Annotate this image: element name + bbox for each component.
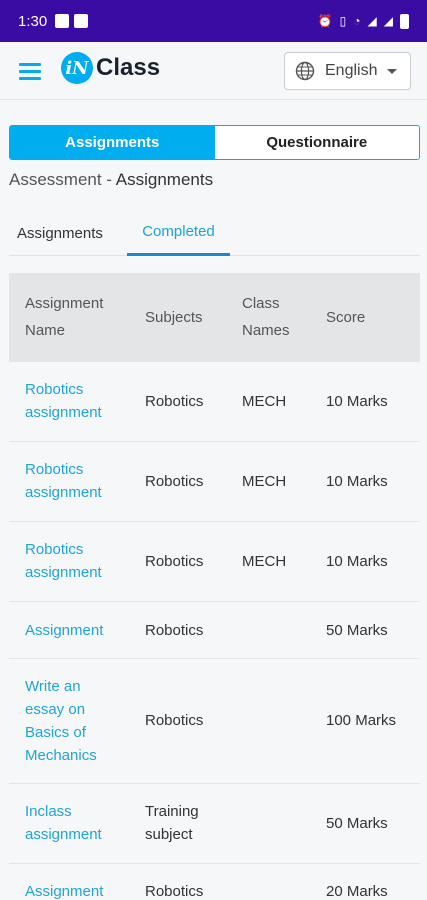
completed-assignments-table: Assignment Name Subjects Class Names Score… — [9, 273, 420, 900]
subject-cell: Robotics — [145, 883, 204, 900]
wifi-icon: ◔ — [353, 14, 361, 28]
column-header-class-names: Class Names — [242, 295, 290, 339]
assignment-name-link[interactable]: Assignment — [25, 880, 130, 900]
table-row[interactable]: Robotics assignment Robotics MECH 10 Mar… — [9, 362, 420, 442]
score-cell: 50 Marks — [326, 815, 388, 832]
assignment-name-link[interactable]: Inclass assignment — [25, 800, 130, 846]
column-header-score: Score — [326, 309, 366, 326]
score-cell: 10 Marks — [326, 393, 388, 410]
segment-questionnaire[interactable]: Questionnaire — [214, 126, 419, 159]
table-row[interactable]: Robotics assignment Robotics MECH 10 Mar… — [9, 522, 420, 602]
column-header-assignment-name: Assignment Name — [25, 295, 104, 339]
chevron-down-icon — [387, 68, 398, 74]
breadcrumb-current: Assignments — [115, 170, 214, 189]
class-cell: MECH — [242, 473, 287, 490]
language-select[interactable]: English — [284, 52, 411, 90]
assignment-name-link[interactable]: Robotics assignment — [25, 378, 130, 424]
tab-completed[interactable]: Completed — [127, 210, 230, 256]
table-header: Assignment Name Subjects Class Names Score — [9, 273, 420, 362]
subject-cell: Training subject — [145, 803, 199, 843]
app-notification-icon — [74, 14, 89, 28]
score-cell: 10 Marks — [326, 553, 388, 570]
score-cell: 20 Marks — [326, 883, 388, 900]
logo-mark: iN — [61, 52, 93, 84]
globe-icon — [295, 61, 315, 81]
table-row[interactable]: Assignment Robotics 20 Marks — [9, 864, 420, 900]
signal-icon-2: ◢ — [383, 14, 393, 28]
assignment-name-link[interactable]: Write an essay on Basics of Mechanics — [25, 675, 105, 767]
assignment-name-link[interactable]: Robotics assignment — [25, 538, 130, 584]
table-row[interactable]: Assignment Robotics 50 Marks — [9, 602, 420, 659]
score-cell: 10 Marks — [326, 473, 388, 490]
breadcrumb-parent: Assessment - — [9, 170, 116, 189]
segment-assignments[interactable]: Assignments — [10, 126, 215, 159]
subject-cell: Robotics — [145, 622, 204, 639]
status-bar: 1:30 ⏰ ▯ ◔ ◢ ◢ — [0, 0, 427, 42]
alarm-icon: ⏰ — [317, 14, 333, 28]
assignment-name-link[interactable]: Assignment — [25, 619, 130, 642]
tab-assignments[interactable]: Assignments — [17, 210, 103, 256]
logo-text: Class — [96, 54, 161, 81]
assignment-name-link[interactable]: Robotics assignment — [25, 458, 130, 504]
assignment-tabs: Assignments Completed — [9, 210, 420, 256]
subject-cell: Robotics — [145, 712, 204, 729]
breadcrumb: Assessment - Assignments — [9, 170, 213, 190]
gallery-notification-icon — [55, 14, 70, 28]
subject-cell: Robotics — [145, 393, 204, 410]
battery-icon — [400, 13, 409, 29]
subject-cell: Robotics — [145, 553, 204, 570]
menu-icon[interactable] — [19, 63, 41, 80]
assessment-type-toggle: Assignments Questionnaire — [9, 125, 420, 160]
vibrate-icon: ▯ — [339, 14, 347, 28]
logo: iN Class — [61, 52, 160, 84]
column-header-subjects: Subjects — [145, 309, 203, 326]
signal-icon: ◢ — [367, 14, 377, 28]
score-cell: 100 Marks — [326, 712, 397, 729]
table-row[interactable]: Robotics assignment Robotics MECH 10 Mar… — [9, 442, 420, 522]
table-row[interactable]: Inclass assignment Training subject 50 M… — [9, 784, 420, 864]
language-value: English — [325, 62, 378, 79]
app-header: iN Class English — [0, 42, 427, 100]
score-cell: 50 Marks — [326, 622, 388, 639]
status-time: 1:30 — [18, 12, 48, 30]
table-row[interactable]: Write an essay on Basics of Mechanics Ro… — [9, 659, 420, 784]
class-cell: MECH — [242, 393, 287, 410]
subject-cell: Robotics — [145, 473, 204, 490]
class-cell: MECH — [242, 553, 287, 570]
